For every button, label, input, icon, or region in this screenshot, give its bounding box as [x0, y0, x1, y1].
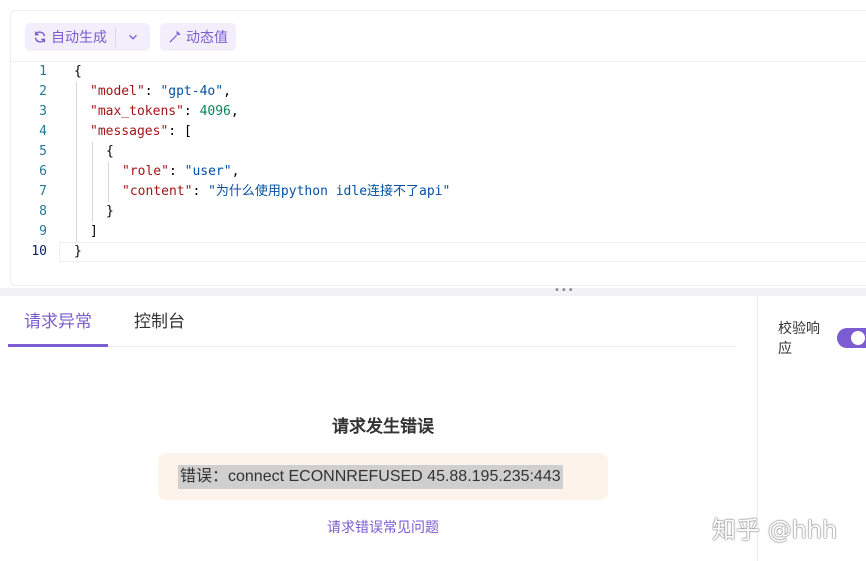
validate-response: 校验响应	[778, 318, 866, 358]
error-faq-link[interactable]: 请求错误常见问题	[0, 517, 766, 537]
dynamic-value-button[interactable]: 动态值	[160, 23, 236, 51]
code-token: ,	[231, 164, 240, 179]
code-token: "model"	[90, 84, 145, 99]
panel-splitter[interactable]	[0, 288, 866, 296]
watermark: 知乎 @hhh	[712, 516, 838, 544]
line-number: 4	[39, 124, 47, 139]
code-token: "user"	[184, 164, 232, 179]
validate-response-toggle[interactable]	[837, 328, 866, 348]
code-token: "max_tokens"	[90, 104, 184, 119]
line-number: 10	[31, 244, 47, 259]
splitter-handle-icon[interactable]: •••	[554, 286, 574, 296]
indent-guide	[108, 162, 109, 202]
code-token: ,	[223, 84, 231, 99]
tab-request-error[interactable]: 请求异常	[8, 300, 108, 347]
toggle-knob	[851, 331, 866, 345]
code-token: "messages"	[90, 124, 169, 139]
code-token: :	[168, 164, 185, 179]
code-token: [	[183, 124, 192, 139]
error-message: 错误：connect ECONNREFUSED 45.88.195.235:44…	[178, 465, 563, 489]
indent-guide	[76, 82, 77, 242]
code-token: ]	[90, 224, 98, 239]
line-number: 7	[39, 184, 47, 199]
code-token: "content"	[122, 184, 193, 199]
code-line: "max_tokens": 4096,	[90, 102, 239, 122]
code-token: "gpt-4o"	[160, 84, 224, 99]
code-token: {	[74, 64, 82, 79]
line-number: 9	[39, 224, 47, 239]
line-number: 1	[39, 64, 47, 79]
code-token: ,	[230, 104, 239, 119]
code-token: :	[144, 84, 161, 99]
code-token: :	[183, 104, 200, 119]
line-number: 3	[39, 104, 47, 119]
json-code-editor[interactable]: 1 2 3 4 5 6 7 8 9 10 {"model": "gpt-4o", "max_toke…	[11, 61, 866, 271]
code-line: "content": "为什么使用python idle连接不了api"	[122, 182, 450, 202]
code-line: {	[74, 62, 82, 82]
code-token: }	[74, 244, 82, 259]
code-token: "role"	[122, 164, 169, 179]
request-body-panel: 自动生成 动态值 1 2 3 4 5 6 7 8 9 10 { "model": "gpt-4o",…	[10, 10, 866, 286]
code-line: ]	[90, 222, 98, 242]
code-line: {	[106, 142, 114, 162]
code-line: }	[74, 242, 82, 262]
error-title: 请求发生错误	[332, 417, 434, 437]
line-number: 2	[39, 84, 47, 99]
code-token: :	[168, 124, 184, 139]
chevron-down-icon	[129, 34, 137, 40]
indent-guide	[92, 142, 93, 222]
auto-generate-dropdown-button[interactable]	[116, 23, 150, 51]
code-token: {	[106, 144, 114, 159]
body-toolbar: 自动生成 动态值	[25, 23, 236, 51]
magic-wand-icon	[169, 31, 181, 43]
code-token: 4096	[199, 104, 231, 119]
tab-console[interactable]: 控制台	[118, 300, 201, 347]
code-line: "model": "gpt-4o",	[90, 82, 231, 102]
line-number: 5	[39, 144, 47, 159]
line-number: 6	[39, 164, 47, 179]
dynamic-value-label: 动态值	[186, 30, 228, 46]
code-token: "为什么使用python idle连接不了api"	[208, 184, 451, 199]
response-tabs: 请求异常 控制台	[8, 300, 736, 347]
line-number: 8	[39, 204, 47, 219]
validate-response-label: 校验响应	[778, 321, 820, 357]
active-line-highlight	[59, 242, 866, 262]
auto-generate-label: 自动生成	[51, 30, 107, 46]
code-line: }	[106, 202, 114, 222]
auto-generate-button[interactable]: 自动生成	[25, 23, 115, 51]
code-line: "role": "user",	[122, 162, 239, 182]
code-token: :	[192, 184, 209, 199]
refresh-icon	[34, 31, 46, 43]
code-token: }	[106, 204, 114, 219]
auto-generate-group: 自动生成	[25, 23, 150, 51]
code-line: "messages": [	[90, 122, 192, 142]
error-message-box: 错误：connect ECONNREFUSED 45.88.195.235:44…	[158, 453, 608, 500]
